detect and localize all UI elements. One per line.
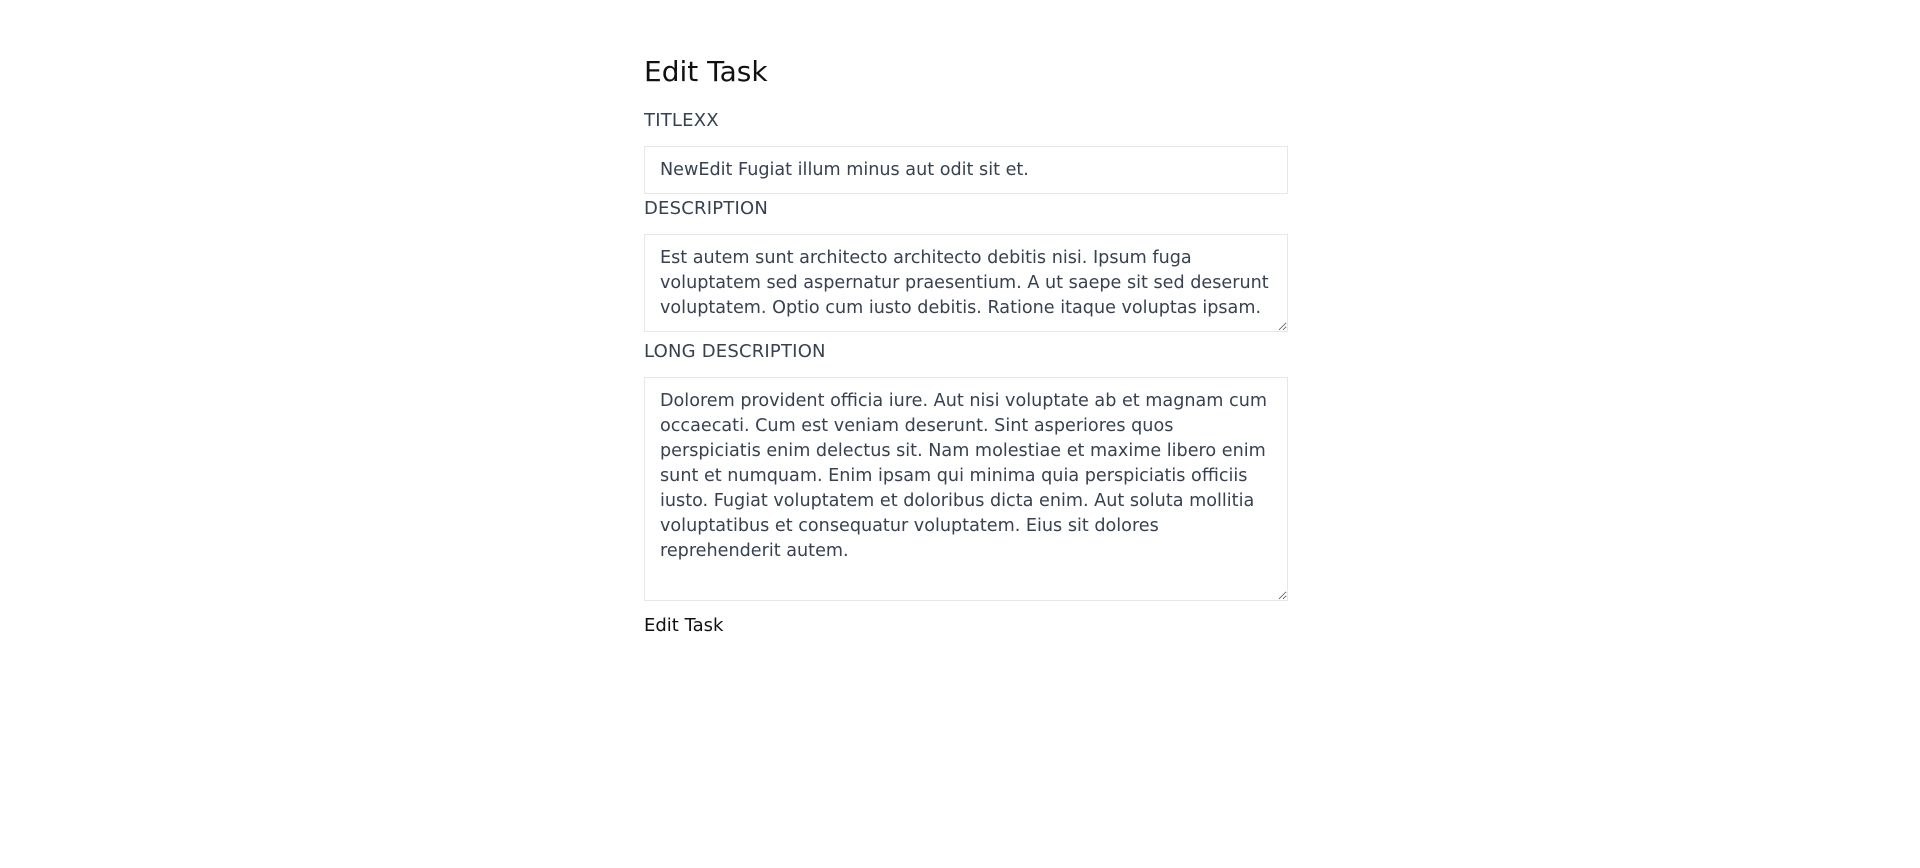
page-title: Edit Task: [644, 55, 768, 88]
long-description-textarea[interactable]: Dolorem provident officia iure. Aut nisi…: [644, 377, 1288, 601]
title-label: TITLEXX: [644, 110, 719, 131]
description-label: DESCRIPTION: [644, 198, 769, 219]
title-input[interactable]: [644, 146, 1288, 194]
edit-task-form: Edit Task TITLEXX DESCRIPTION Est autem …: [644, 50, 1288, 639]
description-textarea[interactable]: Est autem sunt architecto architecto deb…: [644, 234, 1288, 332]
edit-task-button[interactable]: Edit Task: [644, 613, 723, 639]
long-description-label: LONG DESCRIPTION: [644, 341, 826, 362]
